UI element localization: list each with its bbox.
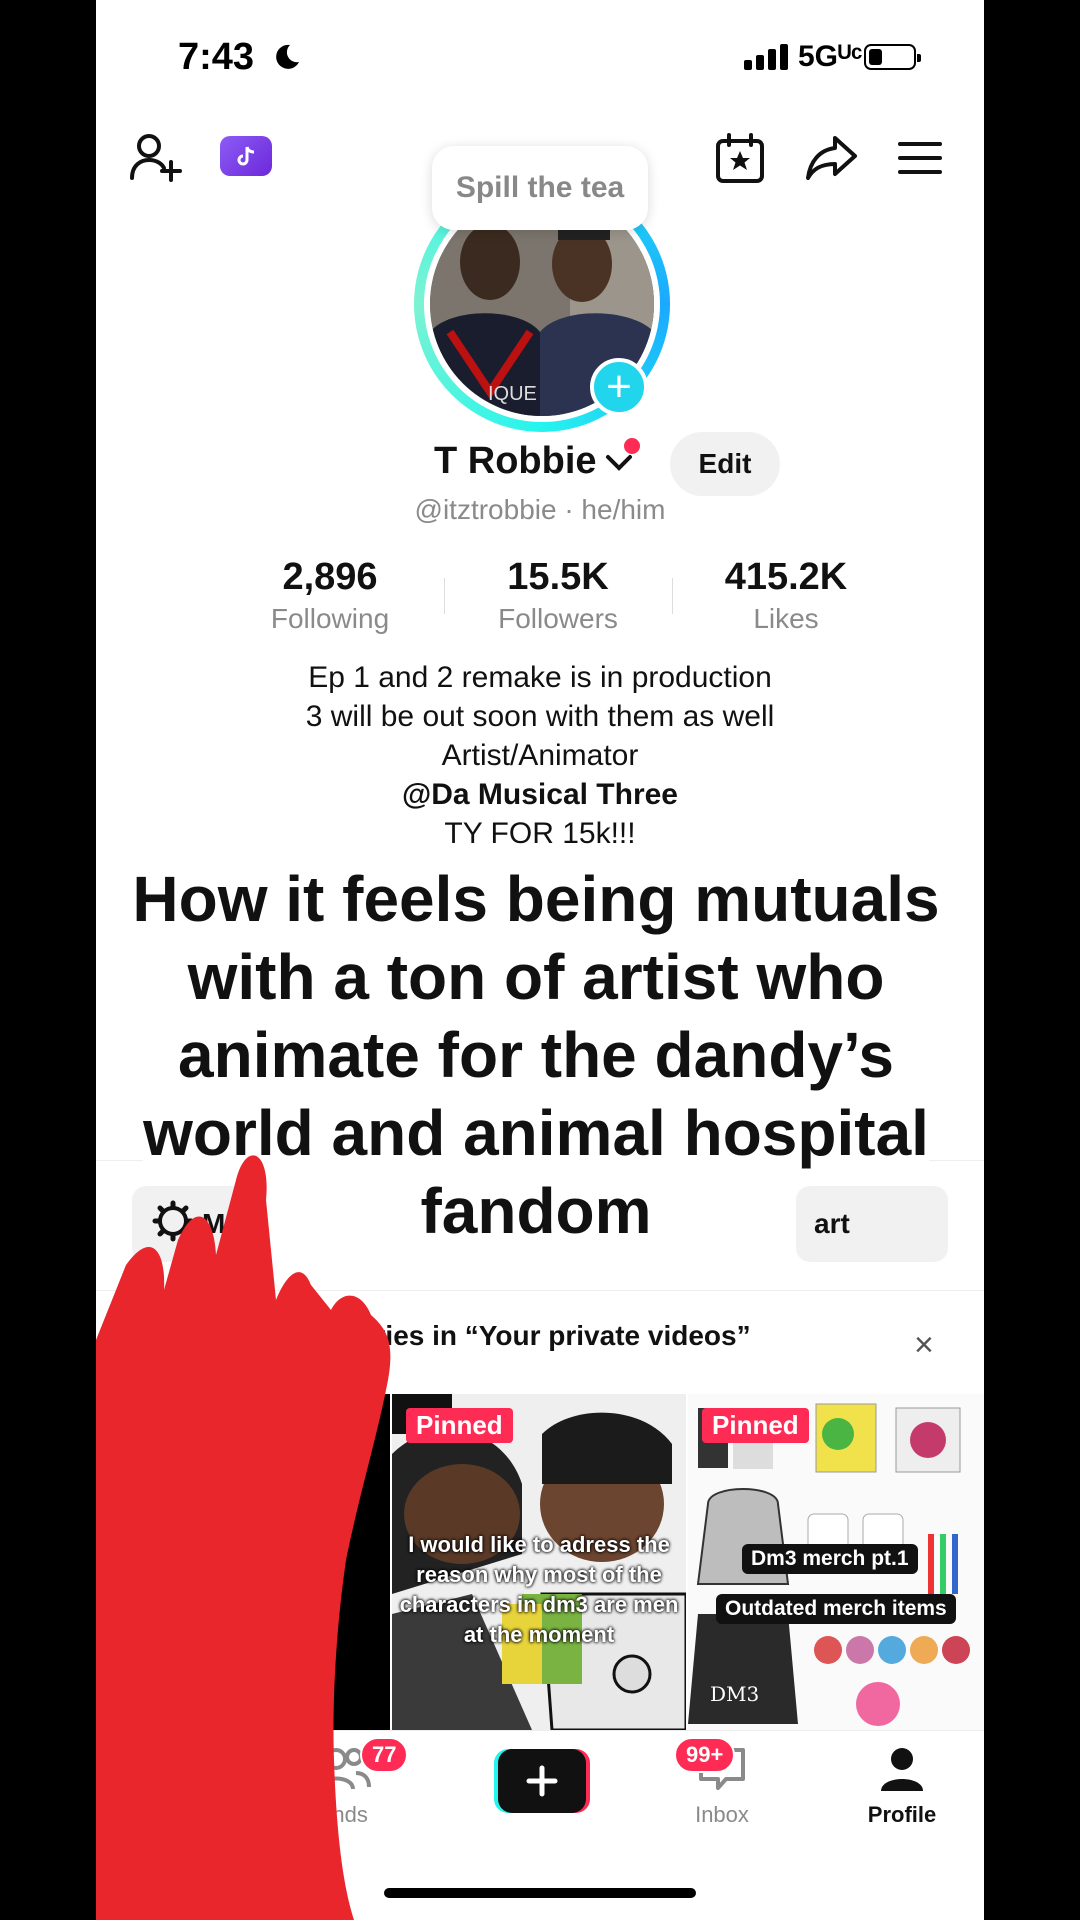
phone-screen: 7:43 5Gᵁᶜ IQUE + Spill the tea T Robbie … [96, 0, 984, 1920]
redaction-scribble [96, 1155, 391, 1920]
